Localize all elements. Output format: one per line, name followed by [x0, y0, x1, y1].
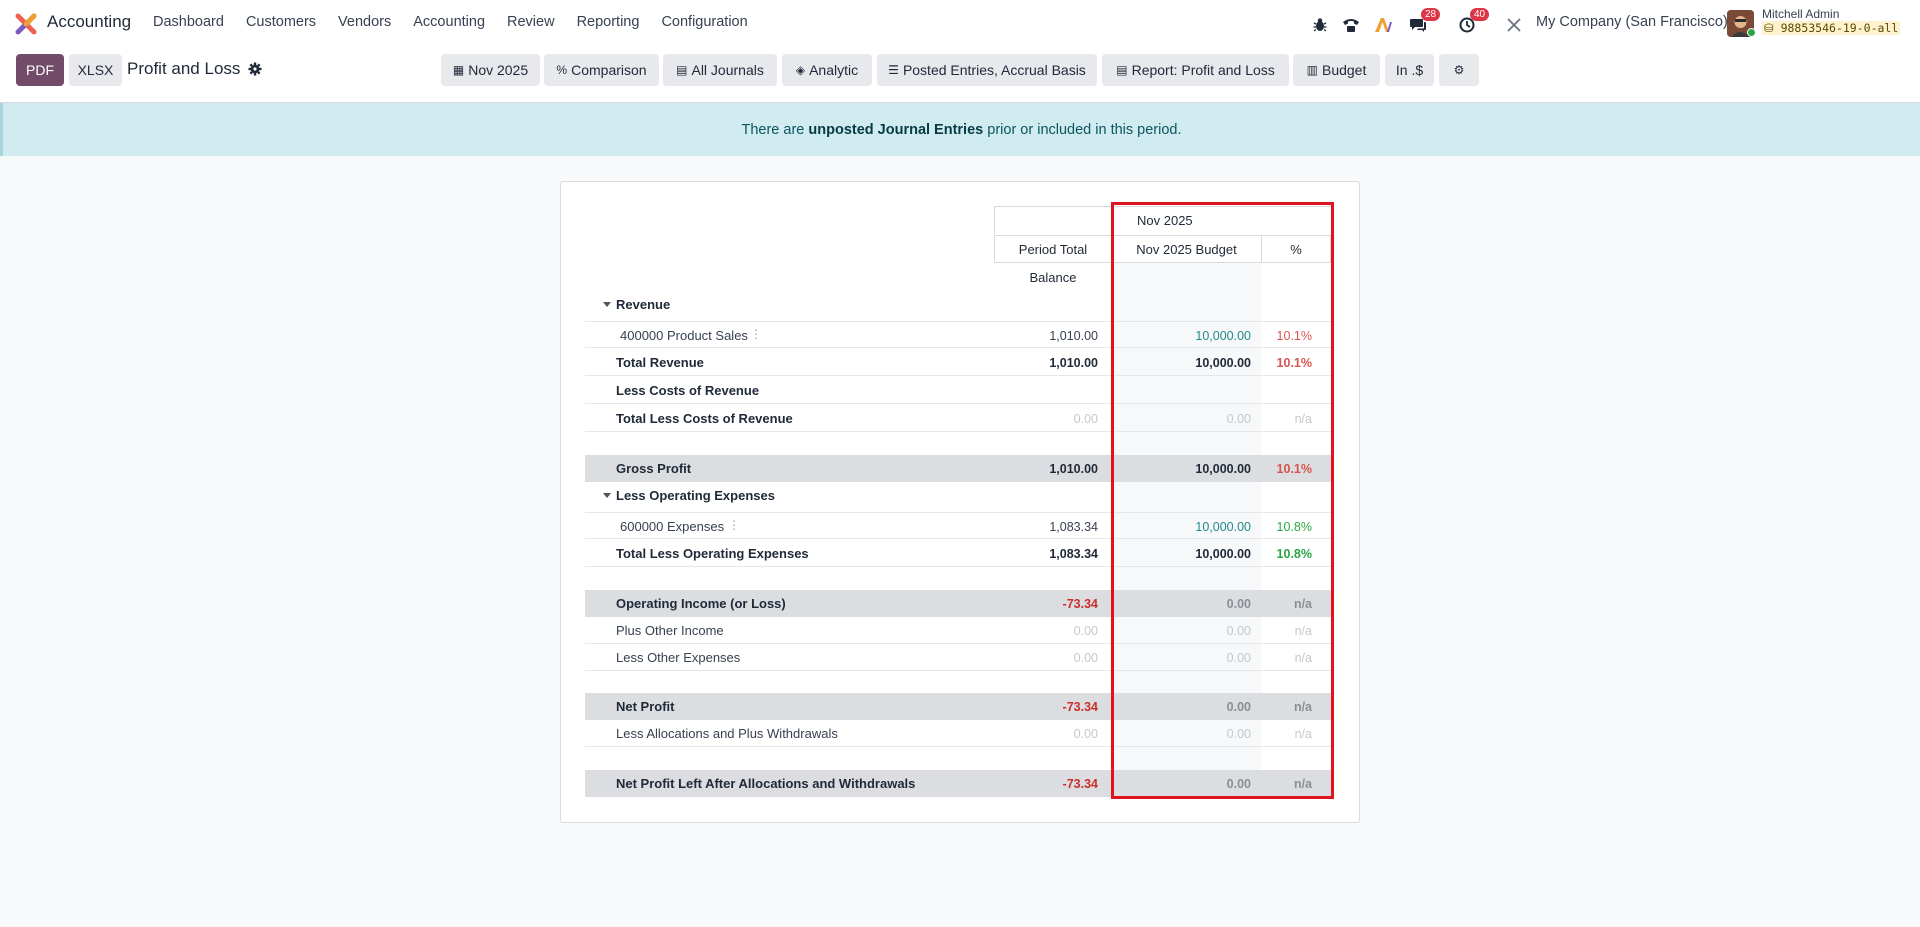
- activities-clock-icon[interactable]: 40: [1456, 8, 1490, 38]
- percent-column-header: %: [1262, 235, 1331, 263]
- page-title: Profit and Loss: [127, 59, 241, 78]
- budget-filter-label: Budget: [1321, 62, 1367, 78]
- messages-icon[interactable]: 28: [1407, 8, 1441, 38]
- pdf-export-button[interactable]: PDF: [16, 54, 64, 86]
- accounting-app-icon[interactable]: [15, 13, 37, 35]
- debug-bug-icon[interactable]: [1310, 12, 1330, 38]
- sliders-icon: ☰: [888, 63, 899, 77]
- percent-value: 10.8%: [1276, 519, 1312, 534]
- percent-value: 10.1%: [1276, 461, 1312, 476]
- comparison-filter-button[interactable]: % Comparison: [544, 54, 659, 86]
- report-variant-button[interactable]: ▤ Report: Profit and Loss: [1102, 54, 1289, 86]
- report-row-operating-income[interactable]: Operating Income (or Loss) -73.34 0.00 n…: [585, 590, 1331, 617]
- entries-filter-button[interactable]: ☰ Posted Entries, Accrual Basis: [877, 54, 1097, 86]
- ai-assistant-icon[interactable]: [1372, 12, 1394, 38]
- percent-value: n/a: [1294, 411, 1312, 426]
- report-row-less-allocations[interactable]: Less Allocations and Plus Withdrawals 0.…: [585, 720, 1331, 747]
- row-label: Less Costs of Revenue: [616, 383, 760, 398]
- report-row-plus-other-income[interactable]: Plus Other Income 0.00 0.00 n/a: [585, 617, 1331, 644]
- report-row-total-less-costs[interactable]: Total Less Costs of Revenue 0.00 0.00 n/…: [585, 405, 1331, 432]
- database-name-text: 98853546-19-0-all: [1780, 21, 1899, 35]
- unposted-entries-alert: There are unposted Journal Entries prior…: [0, 103, 1920, 156]
- period-total-header: Period Total: [994, 235, 1112, 263]
- percent-value: n/a: [1293, 776, 1312, 791]
- row-label: Less Operating Expenses: [616, 488, 775, 503]
- layers-icon: ◈: [795, 63, 806, 77]
- percent-value: 10.1%: [1276, 355, 1312, 370]
- report-row-gross-profit[interactable]: Gross Profit 1,010.00 10,000.00 10.1%: [585, 455, 1331, 482]
- percent-value: n/a: [1293, 699, 1312, 714]
- gear-icon[interactable]: [248, 62, 262, 76]
- balance-subheader: Balance: [1029, 269, 1077, 285]
- activities-badge: 40: [1470, 8, 1490, 21]
- alert-prefix: There are: [741, 121, 809, 138]
- report-row-product-sales[interactable]: 400000 Product Sales 1,010.00 10,000.00 …: [585, 321, 1331, 348]
- journals-filter-button[interactable]: ▤ All Journals: [663, 54, 777, 86]
- phone-icon[interactable]: [1340, 12, 1362, 38]
- alert-suffix: prior or included in this period.: [983, 121, 1182, 138]
- column-group-header: Nov 2025: [1112, 206, 1331, 234]
- book-icon: ▤: [1116, 63, 1128, 77]
- report-row-less-costs-of-revenue[interactable]: Less Costs of Revenue: [585, 377, 1331, 404]
- database-name: ⛁ 98853546-19-0-all: [1762, 21, 1901, 35]
- percent-value: 10.8%: [1276, 546, 1312, 561]
- book-icon: ▤: [676, 63, 688, 77]
- percent-value: n/a: [1294, 726, 1312, 741]
- budget-column-header: Nov 2025 Budget: [1112, 235, 1262, 263]
- date-filter-button[interactable]: ▦ Nov 2025: [441, 54, 540, 86]
- currency-filter-button[interactable]: In .$: [1385, 54, 1434, 86]
- online-status-indicator: [1747, 28, 1756, 37]
- bar-chart-icon: ▥: [1306, 63, 1318, 77]
- user-name[interactable]: Mitchell Admin: [1762, 7, 1839, 21]
- gears-icon: ⚙: [1453, 63, 1465, 77]
- comparison-filter-label: Comparison: [571, 62, 647, 78]
- date-filter-label: Nov 2025: [468, 62, 529, 78]
- currency-filter-label: In .$: [1395, 62, 1424, 78]
- report-row-expenses[interactable]: 600000 Expenses 1,083.34 10,000.00 10.8%: [585, 512, 1331, 539]
- caret-down-icon[interactable]: [603, 493, 611, 498]
- xlsx-export-button[interactable]: XLSX: [69, 54, 122, 86]
- messages-badge: 28: [1421, 8, 1441, 21]
- report-row-less-operating-expenses[interactable]: Less Operating Expenses: [585, 482, 1331, 509]
- row-options-icon[interactable]: ⋮: [750, 327, 762, 341]
- menu-review[interactable]: Review: [507, 14, 555, 30]
- row-label: Revenue: [616, 297, 671, 312]
- menu-dashboard[interactable]: Dashboard: [153, 14, 224, 30]
- analytic-filter-button[interactable]: ◈ Analytic: [782, 54, 872, 86]
- menu-vendors[interactable]: Vendors: [338, 14, 391, 30]
- percent-icon: %: [556, 63, 568, 77]
- app-name[interactable]: Accounting: [47, 12, 131, 32]
- menu-customers[interactable]: Customers: [246, 14, 316, 30]
- main-menu: Dashboard Customers Vendors Accounting R…: [153, 14, 770, 30]
- menu-reporting[interactable]: Reporting: [577, 14, 640, 30]
- tools-icon[interactable]: [1504, 12, 1524, 38]
- percent-value: 10.1%: [1276, 328, 1312, 343]
- report-row-total-operating-expenses[interactable]: Total Less Operating Expenses 1,083.34 1…: [585, 540, 1331, 567]
- menu-configuration[interactable]: Configuration: [661, 14, 747, 30]
- report-settings-button[interactable]: ⚙: [1439, 54, 1479, 86]
- report-row-revenue[interactable]: Revenue: [585, 291, 1331, 318]
- budget-filter-button[interactable]: ▥ Budget: [1293, 54, 1380, 86]
- company-switcher[interactable]: My Company (San Francisco): [1536, 14, 1728, 30]
- report-variant-label: Report: Profit and Loss: [1131, 62, 1275, 78]
- row-options-icon[interactable]: ⋮: [728, 518, 740, 532]
- percent-value: n/a: [1293, 596, 1312, 611]
- report-row-less-other-expenses[interactable]: Less Other Expenses 0.00 0.00 n/a: [585, 644, 1331, 671]
- percent-value: n/a: [1294, 623, 1312, 638]
- header-spacer: [994, 206, 1112, 234]
- report-row-net-profit-left[interactable]: Net Profit Left After Allocations and Wi…: [585, 770, 1331, 797]
- calendar-icon: ▦: [452, 63, 465, 77]
- journals-filter-label: All Journals: [691, 62, 764, 78]
- caret-down-icon[interactable]: [603, 302, 611, 307]
- menu-accounting[interactable]: Accounting: [413, 14, 485, 30]
- report-row-total-revenue[interactable]: Total Revenue 1,010.00 10,000.00 10.1%: [585, 349, 1331, 376]
- percent-value: n/a: [1294, 650, 1312, 665]
- top-navbar: Accounting Dashboard Customers Vendors A…: [0, 0, 1920, 46]
- entries-filter-label: Posted Entries, Accrual Basis: [902, 62, 1086, 78]
- unposted-entries-link[interactable]: unposted Journal Entries: [808, 122, 983, 138]
- report-row-net-profit[interactable]: Net Profit -73.34 0.00 n/a: [585, 693, 1331, 720]
- analytic-filter-label: Analytic: [809, 62, 859, 78]
